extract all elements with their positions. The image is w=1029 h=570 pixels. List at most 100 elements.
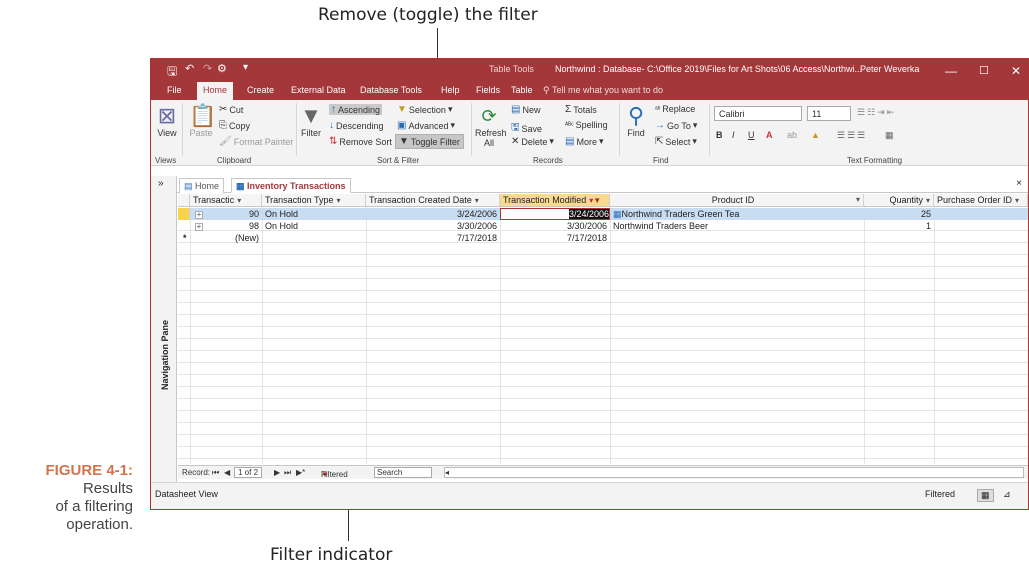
replace-button[interactable]: ᵃᵇ Replace [655,104,695,114]
tab-home[interactable]: Home [197,82,234,100]
calendar-icon: ▦ [613,209,622,219]
highlight-button[interactable]: ab [787,130,797,140]
datasheet-grid[interactable]: Transactic ▾ Transaction Type ▾ Transactio… [178,194,1028,464]
selection-button[interactable]: ▼ Selection ▾ [397,104,452,115]
font-size-select[interactable]: 11 [807,106,851,121]
cell-transaction-type[interactable]: On Hold [262,220,366,232]
copy-button[interactable]: ⎘ Copy [219,120,250,131]
view-button[interactable]: ⊠ View [155,104,179,139]
column-header-modified-date[interactable]: Transaction Modified ▾▼ [500,194,610,207]
tab-file[interactable]: File [167,85,182,95]
user-name[interactable]: Peter Weverka [860,64,919,74]
chevron-down-icon: ▾ [925,196,930,205]
tell-me-search[interactable]: ⚲ Tell me what you want to do [543,85,663,96]
cell-purchase-order[interactable] [934,208,1028,220]
cell-created-date[interactable]: 3/24/2006 [366,208,500,220]
descending-button[interactable]: ↓ Descending [329,120,384,131]
close-button[interactable]: ✕ [1011,64,1021,78]
save-record-button[interactable]: 🖫 Save [511,120,542,137]
more-button[interactable]: ▤ More ▾ [565,136,604,147]
tab-help[interactable]: Help [441,85,460,95]
tab-table[interactable]: Table [511,85,533,95]
tab-home-form[interactable]: ▤ Home [179,178,225,193]
quick-access-icon[interactable]: ⚙ [217,62,227,75]
select-all-corner[interactable] [178,194,190,207]
new-record-nav-icon[interactable]: ▶* [296,468,305,477]
column-header-quantity[interactable]: Quantity ▾ [864,194,934,207]
column-header-label: Product ID [711,195,755,205]
cell-new-modified-date[interactable]: 7/17/2018 [500,232,610,244]
previous-record-icon[interactable]: ◀ [224,468,230,477]
cell-product-id[interactable]: ▦Northwind Traders Green Tea [610,208,864,220]
cell-quantity[interactable]: 1 [864,220,934,232]
column-header-transaction-type[interactable]: Transaction Type ▾ [262,194,366,207]
cell-transaction-id[interactable]: 98 [202,220,262,232]
search-input[interactable]: Search [374,467,432,478]
cell-quantity[interactable]: 25 [864,208,934,220]
cell-modified-date[interactable]: 3/30/2006 [500,220,610,232]
next-record-icon[interactable]: ▶ [274,468,280,477]
current-record-field[interactable]: 1 of 2 [234,467,263,478]
cut-button[interactable]: ✂ Cut [219,104,243,115]
tab-database-tools[interactable]: Database Tools [360,85,422,95]
cell-modified-date-editing[interactable]: 3/24/2006 [500,208,610,220]
format-painter-button[interactable]: 🖌 Format Painter [219,136,293,147]
cell-purchase-order[interactable] [934,220,1028,232]
cell-created-date[interactable]: 3/30/2006 [366,220,500,232]
paste-button[interactable]: 📋 Paste [189,104,216,139]
bold-button[interactable]: B [716,130,723,140]
column-header-product-id[interactable]: Product ID ▾ [610,194,864,207]
horizontal-scrollbar[interactable]: ◂ [444,467,1024,478]
tab-inventory-transactions[interactable]: ▦ Inventory Transactions [231,178,351,193]
tab-create[interactable]: Create [247,85,274,95]
spelling-button[interactable]: ᴬᴮᶜ Spelling [565,120,608,130]
goto-button[interactable]: → Go To ▾ [655,120,697,131]
datasheet-view-button[interactable]: ▦ [977,489,994,502]
totals-button[interactable]: Σ Totals [565,104,597,115]
last-record-icon[interactable]: ⏭ [284,468,291,478]
design-view-button[interactable]: ⊿ [1003,489,1011,500]
maximize-button[interactable]: ☐ [979,64,989,77]
redo-icon[interactable]: ↷ [203,62,212,75]
remove-sort-button[interactable]: ⇅ Remove Sort [329,136,392,147]
select-button[interactable]: ⇱ Select ▾ [655,136,697,147]
advanced-button[interactable]: ▣ Advanced ▾ [397,120,455,131]
font-name-select[interactable]: Calibri [714,106,802,121]
cell-new-created-date[interactable]: 7/17/2018 [366,232,500,244]
filter-button[interactable]: ▼ Filter [299,104,323,139]
font-color-button[interactable]: A [766,130,773,140]
refresh-all-button[interactable]: ⟳ Refresh All [475,104,507,148]
delete-record-button[interactable]: ✕ Delete ▾ [511,136,554,147]
first-record-icon[interactable]: ⏮ [212,468,219,478]
toggle-filter-button[interactable]: ▼ Toggle Filter [395,134,464,149]
chevron-down-icon: ▾ [692,120,698,130]
align-buttons[interactable]: ☰ ☰ ☰ [837,130,865,141]
expand-nav-icon[interactable]: » [158,178,164,189]
chevron-down-icon: ▾ [855,195,860,204]
cell-new-id[interactable]: (New) [202,232,262,244]
gridlines-button[interactable]: ▦ [885,130,894,141]
ascending-button[interactable]: ↑ Ascending [329,104,383,115]
column-header-created-date[interactable]: Transaction Created Date ▾ [366,194,500,207]
close-document-icon[interactable]: × [1016,178,1022,189]
find-button[interactable]: ⚲ Find [625,104,647,139]
content-area: » Navigation Pane ▤ Home ▦ Inventory Tra… [151,176,1028,482]
cell-transaction-type[interactable]: On Hold [262,208,366,220]
new-record-button[interactable]: ▤ New [511,104,540,115]
cell-transaction-id[interactable]: 90 [202,208,262,220]
underline-button[interactable]: U [748,130,755,140]
minimize-button[interactable]: — [945,64,957,78]
fill-color-button[interactable]: ▲ [811,130,820,140]
list-buttons[interactable]: ☰ ☷ ⇥ ⇤ [857,107,894,118]
column-header-purchase-order[interactable]: Purchase Order ID ▾ [934,194,1028,207]
undo-icon[interactable]: ↶ [185,62,194,75]
navigation-pane[interactable]: » Navigation Pane [151,176,177,482]
tab-fields[interactable]: Fields [476,85,500,95]
italic-button[interactable]: I [732,130,735,140]
form-icon: ▤ [184,181,196,191]
tab-external-data[interactable]: External Data [291,85,346,95]
column-header-transaction-id[interactable]: Transactic ▾ [190,194,262,207]
customize-qat-icon[interactable]: ▾ [243,62,248,73]
row-selector[interactable] [178,208,190,220]
cell-product-id[interactable]: Northwind Traders Beer [610,220,864,232]
